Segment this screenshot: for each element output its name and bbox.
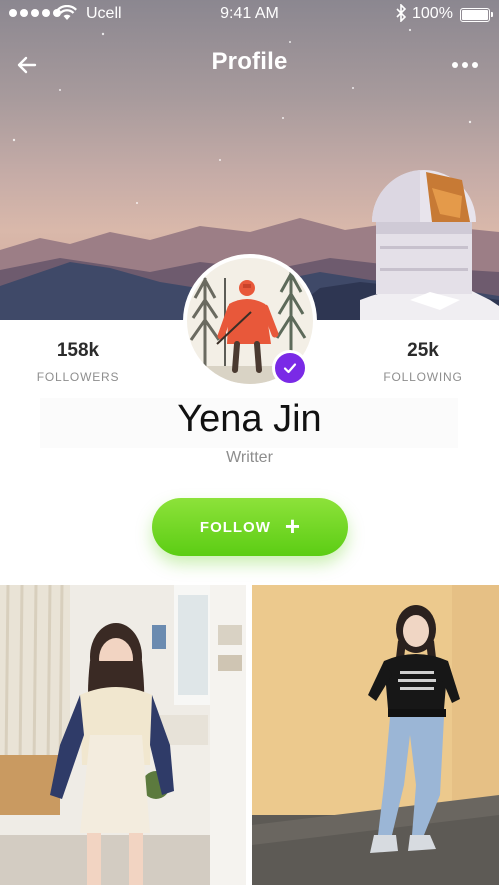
follow-label: FOLLOW: [199, 518, 271, 536]
followers-stat[interactable]: 158k FOLLOWERS: [8, 340, 148, 384]
battery-icon: [460, 8, 493, 22]
followers-label: FOLLOWERS: [36, 370, 120, 384]
gallery-photo[interactable]: [252, 585, 499, 885]
page-title: Profile: [211, 48, 288, 75]
verified-badge: [272, 350, 308, 386]
following-count: 25k: [407, 340, 439, 361]
battery-percent: 100%: [412, 5, 453, 22]
plus-icon: +: [284, 511, 301, 541]
following-stat[interactable]: 25k FOLLOWING: [353, 340, 493, 384]
gallery-photo[interactable]: [0, 585, 246, 885]
bluetooth-icon: [395, 3, 407, 27]
profile-name: Yena Jin: [177, 398, 322, 440]
status-bar: Ucell 9:41 AM 100%: [0, 0, 499, 28]
followers-count: 158k: [56, 340, 100, 361]
follow-button[interactable]: FOLLOW +: [152, 498, 348, 556]
following-label: FOLLOWING: [383, 370, 463, 384]
more-dots-icon: [452, 62, 458, 68]
checkmark-icon: [283, 363, 297, 374]
more-button[interactable]: [452, 58, 484, 72]
profile-role: Writter: [226, 449, 273, 466]
